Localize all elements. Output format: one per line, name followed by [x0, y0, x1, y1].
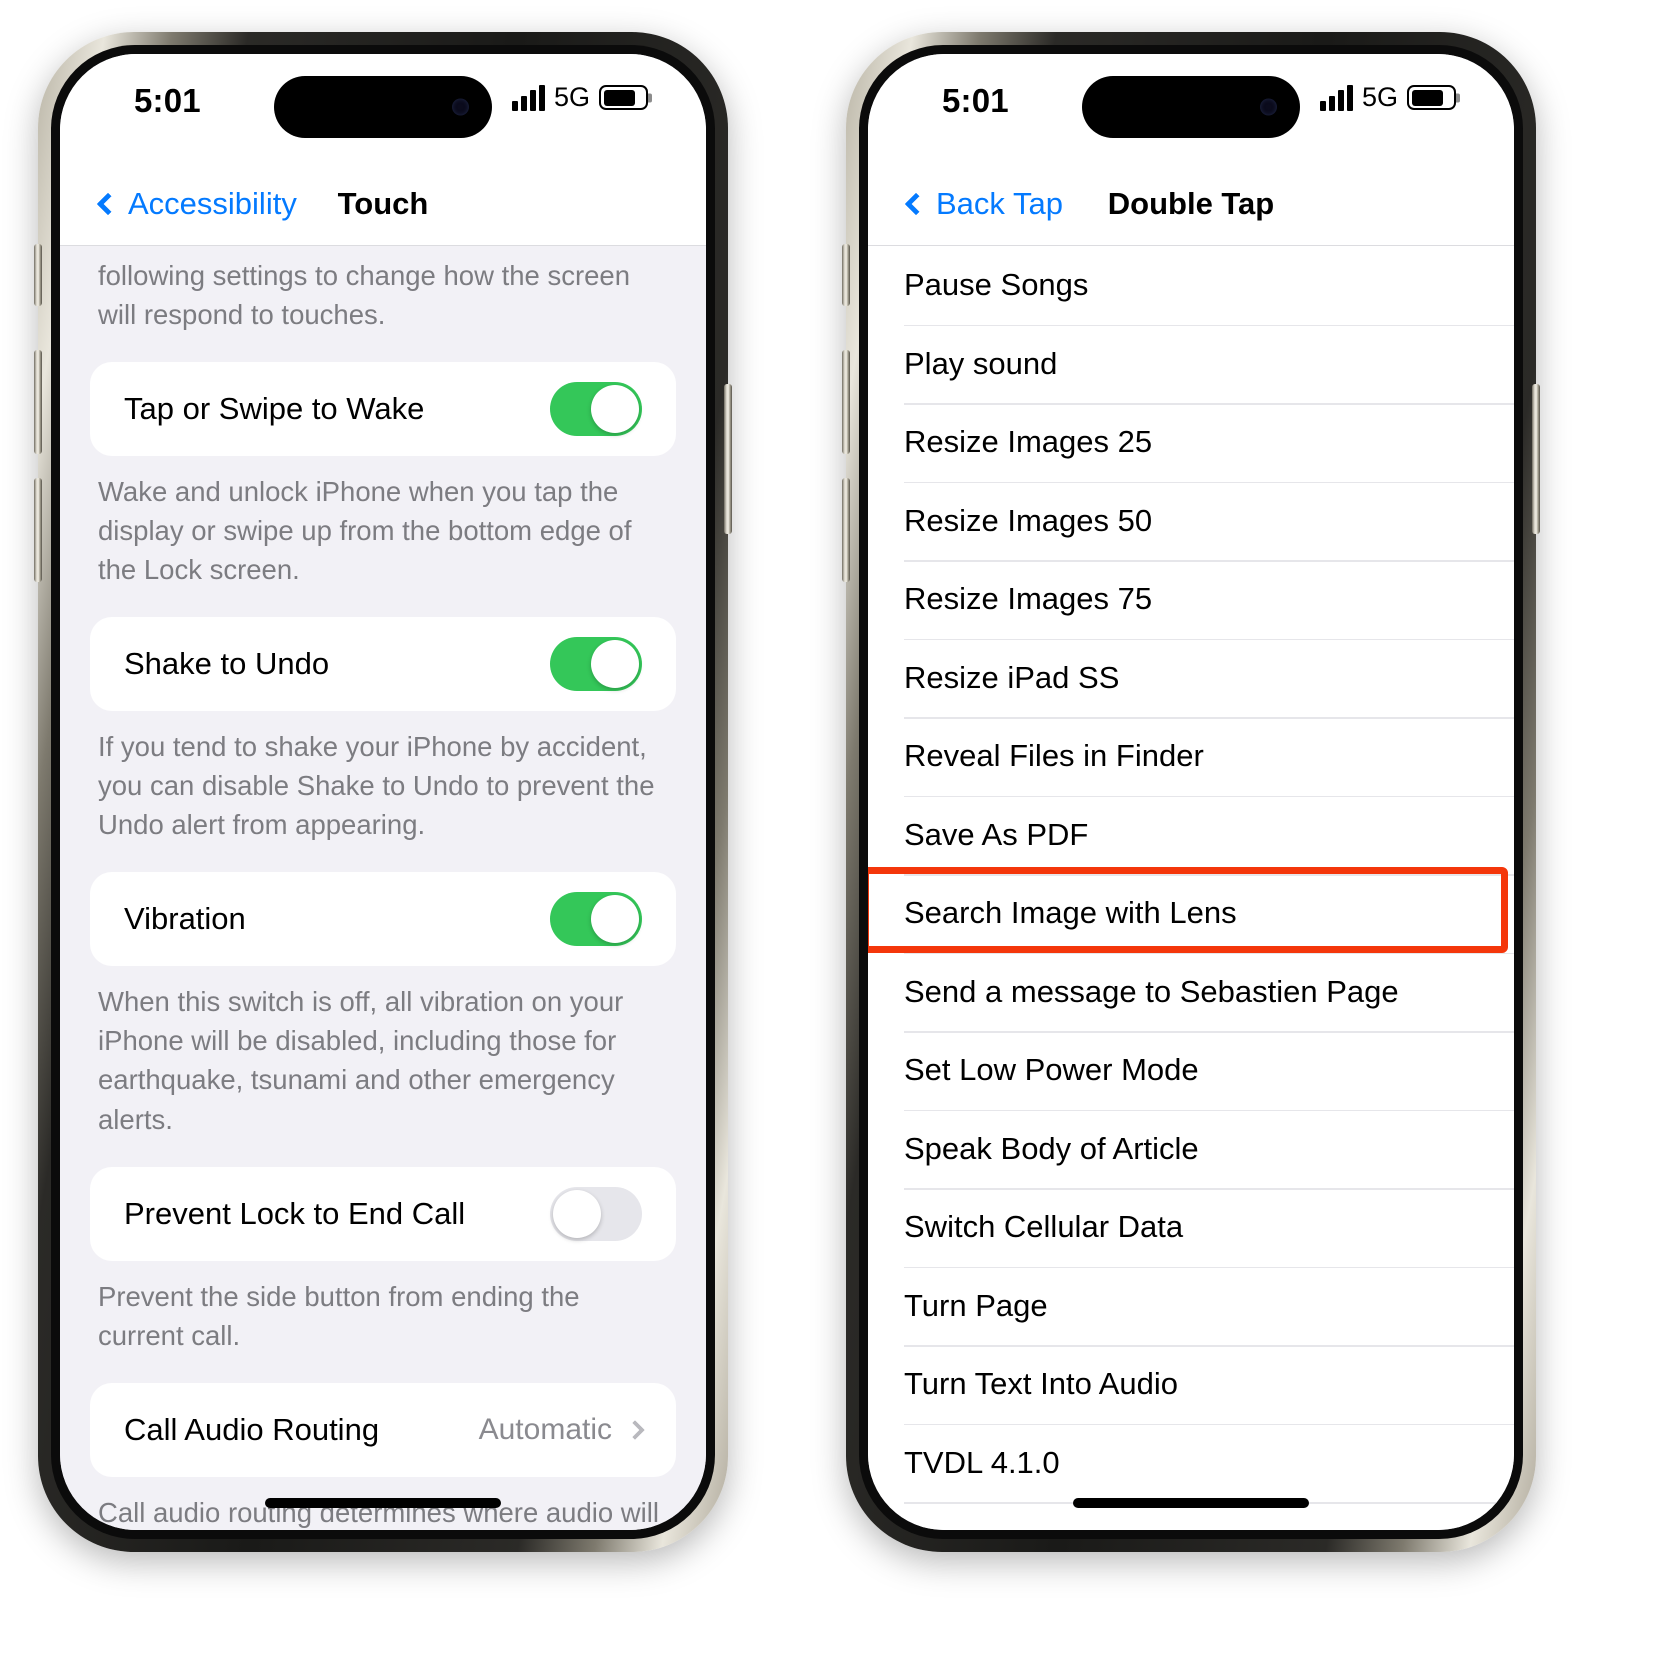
status-time: 5:01	[134, 82, 201, 119]
toggle-prevent-lock-to-end-call[interactable]	[550, 1186, 642, 1241]
row-prevent-lock-to-end-call[interactable]: Prevent Lock to End Call	[90, 1167, 676, 1261]
setting-card-call-audio-routing: Call Audio Routing Automatic	[90, 1382, 676, 1477]
home-indicator[interactable]	[265, 1498, 501, 1508]
nav-bar-right: Back Tap Double Tap	[868, 162, 1514, 246]
network-type-label: 5G	[553, 82, 590, 112]
list-item[interactable]: Speak Body of Article	[868, 1109, 1514, 1189]
status-indicators: 5G	[511, 82, 648, 112]
setting-card-vibration: Vibration	[90, 872, 676, 967]
nav-bar-left: Accessibility Touch	[60, 162, 706, 246]
toggle-vibration[interactable]	[550, 892, 642, 947]
row-label: Prevent Lock to End Call	[124, 1195, 466, 1231]
row-value: Automatic	[478, 1412, 612, 1446]
home-indicator[interactable]	[1073, 1498, 1309, 1508]
chevron-left-icon	[904, 192, 928, 215]
row-call-audio-routing[interactable]: Call Audio Routing Automatic	[90, 1383, 676, 1477]
list-item[interactable]: TVDL 4.1.0	[868, 1423, 1514, 1503]
row-label: Vibration	[124, 901, 246, 937]
footnote-vibration: When this switch is off, all vibration o…	[98, 986, 624, 1135]
back-button-label: Back Tap	[936, 185, 1063, 221]
double-tap-actions-scroll[interactable]: Pause Songs Play sound Resize Images 25 …	[868, 246, 1514, 1530]
status-bar-left: 5:01 5G	[60, 54, 706, 162]
page-title: Touch	[337, 185, 429, 221]
list-item[interactable]: Play sound	[868, 324, 1514, 404]
footnote-tap-or-swipe-to-wake: Wake and unlock iPhone when you tap the …	[98, 476, 632, 586]
iphone-right-bezel: 5:01 5G Back Tap Double Tap Pause Songs …	[859, 45, 1523, 1539]
back-button-accessibility[interactable]: Accessibility	[96, 185, 297, 222]
row-shake-to-undo[interactable]: Shake to Undo	[90, 617, 676, 711]
battery-icon	[599, 85, 648, 110]
cellular-signal-icon	[511, 84, 545, 111]
volume-up-button[interactable]	[34, 350, 42, 454]
iphone-right-device: 5:01 5G Back Tap Double Tap Pause Songs …	[842, 32, 1540, 1552]
list-item[interactable]: Switch Cellular Data	[868, 1188, 1514, 1267]
footnote-shake-to-undo: If you tend to shake your iPhone by acci…	[98, 731, 655, 841]
screenshot-stage: 5:01 5G Accessibility Touch following se…	[0, 0, 1676, 1665]
list-item[interactable]: Turn Page	[868, 1266, 1514, 1346]
row-label: Call Audio Routing	[124, 1411, 380, 1447]
back-button-label: Accessibility	[128, 185, 297, 221]
row-label: Tap or Swipe to Wake	[124, 391, 425, 427]
status-indicators: 5G	[1319, 82, 1456, 112]
status-bar-right: 5:01 5G	[868, 54, 1514, 162]
setting-card-shake-to-undo: Shake to Undo	[90, 617, 676, 712]
list-item[interactable]: Reveal Files in Finder	[868, 717, 1514, 796]
dynamic-island	[274, 76, 492, 138]
row-vibration[interactable]: Vibration	[90, 872, 676, 966]
front-camera-icon	[1260, 98, 1277, 116]
volume-up-button[interactable]	[842, 350, 850, 454]
front-camera-icon	[452, 98, 469, 116]
list-item[interactable]: Resize Images 50	[868, 481, 1514, 561]
iphone-left-screen: 5:01 5G Accessibility Touch following se…	[60, 54, 706, 1530]
action-button[interactable]	[842, 244, 850, 306]
intro-text: following settings to change how the scr…	[98, 260, 630, 331]
touch-settings-scroll[interactable]: following settings to change how the scr…	[60, 246, 706, 1530]
page-title: Double Tap	[1107, 185, 1275, 221]
status-time: 5:01	[942, 82, 1009, 119]
toggle-tap-or-swipe-to-wake[interactable]	[550, 382, 642, 437]
setting-card-tap-or-swipe-to-wake: Tap or Swipe to Wake	[90, 362, 676, 457]
list-item[interactable]: Send a message to Sebastien Page	[868, 952, 1514, 1032]
battery-icon	[1407, 85, 1456, 110]
volume-down-button[interactable]	[842, 478, 850, 582]
side-power-button[interactable]	[724, 384, 732, 534]
row-label: Shake to Undo	[124, 646, 330, 682]
list-item[interactable]: Set Low Power Mode	[868, 1031, 1514, 1110]
list-item-search-image-with-lens[interactable]: Search Image with Lens	[868, 874, 1514, 953]
dynamic-island	[1082, 76, 1300, 138]
list-item[interactable]: Resize Images 25	[868, 403, 1514, 482]
setting-card-prevent-lock-to-end-call: Prevent Lock to End Call	[90, 1166, 676, 1261]
row-tap-or-swipe-to-wake[interactable]: Tap or Swipe to Wake	[90, 362, 676, 456]
network-type-label: 5G	[1361, 82, 1398, 112]
action-button[interactable]	[34, 244, 42, 306]
list-item[interactable]: Resize Images 75	[868, 560, 1514, 639]
side-power-button[interactable]	[1532, 384, 1540, 534]
action-list: Pause Songs Play sound Resize Images 25 …	[868, 246, 1514, 1530]
list-item[interactable]: Turn Text Into Audio	[868, 1345, 1514, 1424]
iphone-left-device: 5:01 5G Accessibility Touch following se…	[34, 32, 732, 1552]
footnote-prevent-lock-to-end-call: Prevent the side button from ending the …	[98, 1280, 580, 1351]
list-item[interactable]: Pause Songs	[868, 246, 1514, 325]
volume-down-button[interactable]	[34, 478, 42, 582]
cellular-signal-icon	[1319, 84, 1353, 111]
chevron-right-icon	[625, 1419, 645, 1440]
iphone-right-screen: 5:01 5G Back Tap Double Tap Pause Songs …	[868, 54, 1514, 1530]
toggle-shake-to-undo[interactable]	[550, 637, 642, 692]
back-button-back-tap[interactable]: Back Tap	[904, 185, 1063, 222]
iphone-left-bezel: 5:01 5G Accessibility Touch following se…	[51, 45, 715, 1539]
list-item[interactable]: Resize iPad SS	[868, 638, 1514, 718]
list-item[interactable]: Save As PDF	[868, 795, 1514, 875]
chevron-left-icon	[96, 192, 120, 215]
